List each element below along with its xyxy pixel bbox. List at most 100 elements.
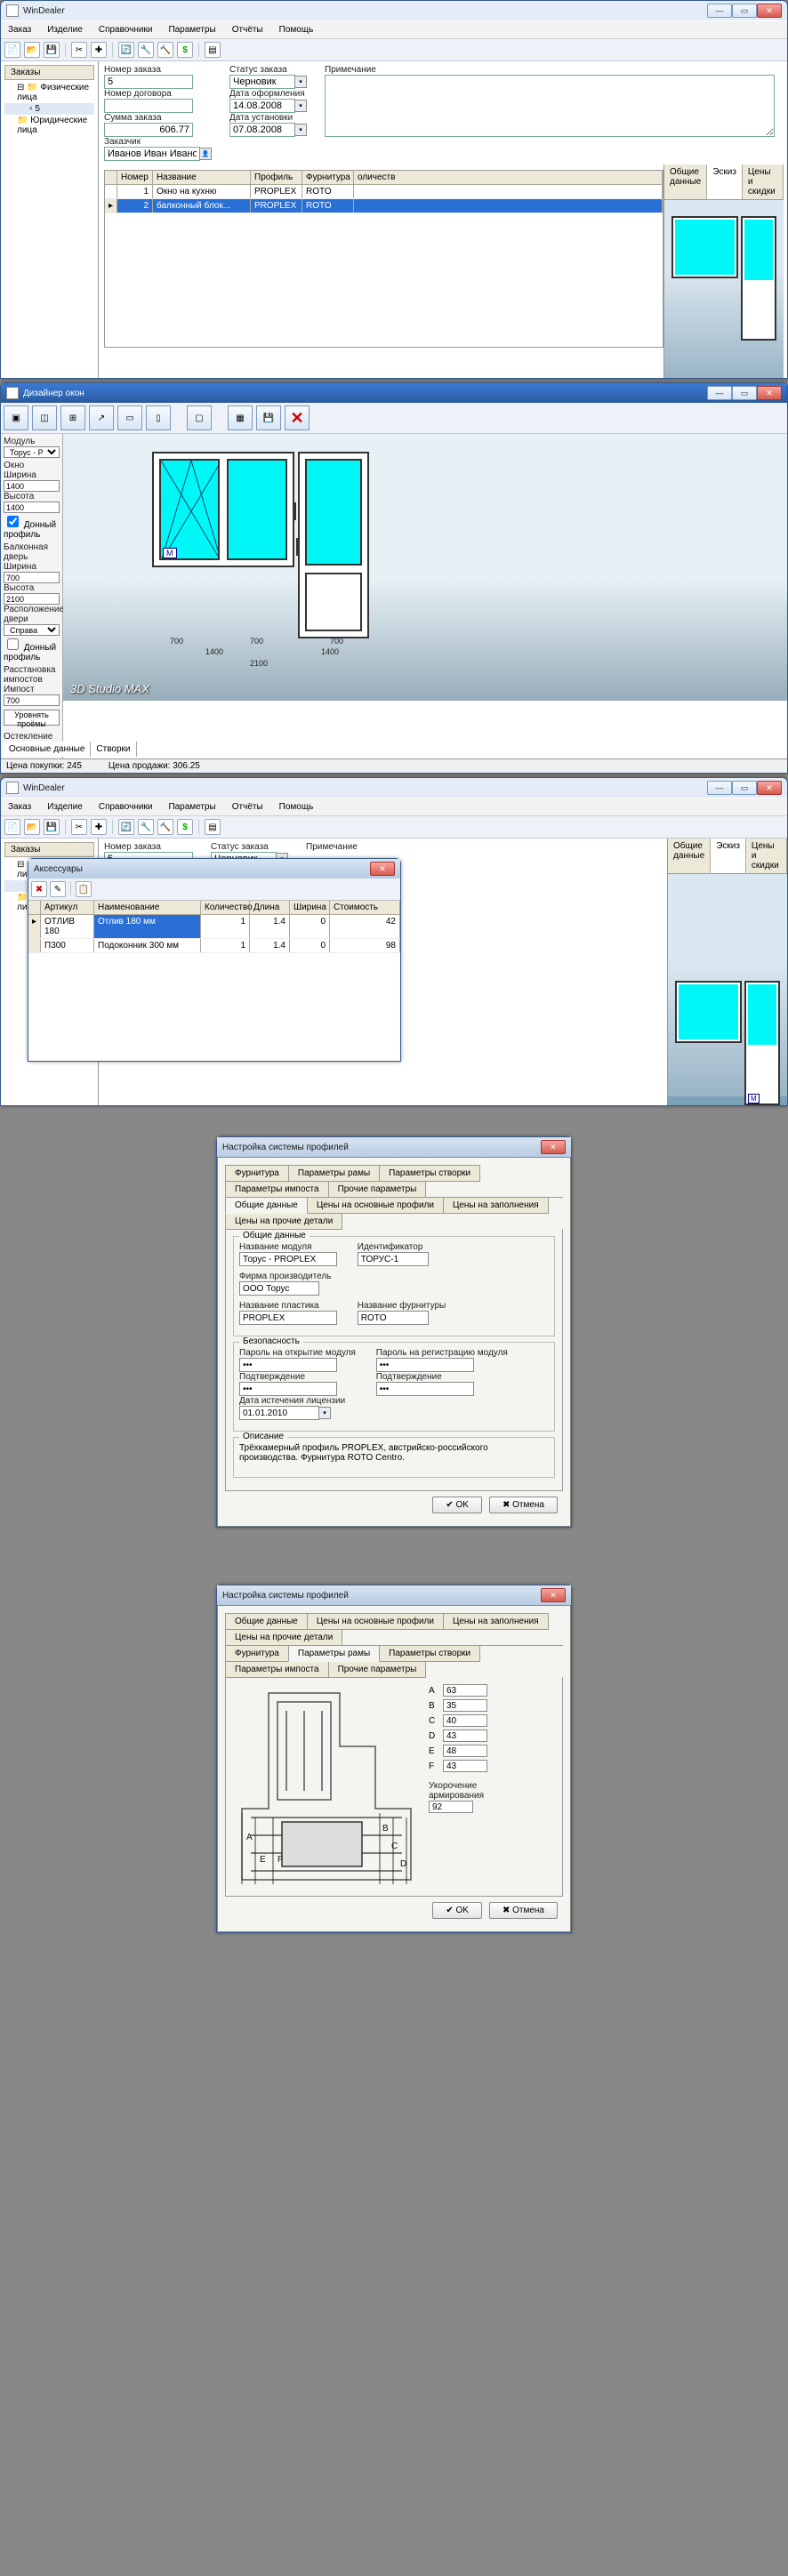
order-num-input[interactable] — [104, 75, 193, 89]
furniture-name-input[interactable] — [358, 1311, 429, 1325]
tree-folder-jur[interactable]: 📁 Юридические лица — [4, 115, 94, 136]
ok-button[interactable]: ✔ OK — [432, 1902, 482, 1919]
door-height-input[interactable] — [4, 593, 60, 605]
door-pos-select[interactable]: Справа — [4, 624, 60, 636]
save-icon[interactable]: 💾 — [44, 42, 60, 58]
param-f-input[interactable] — [443, 1760, 487, 1772]
col-len[interactable]: Длина — [250, 901, 290, 914]
menu-refs[interactable]: Справочники — [95, 23, 157, 36]
menu-help[interactable]: Помощь — [276, 23, 318, 36]
menu-refs[interactable]: Справочники — [95, 800, 157, 814]
tool-rect-icon[interactable]: ▭ — [117, 405, 142, 430]
cust-pick-icon[interactable]: 👤 — [199, 148, 212, 160]
close-button[interactable]: ✕ — [541, 1140, 566, 1154]
close-button[interactable]: ✕ — [370, 862, 395, 876]
menu-reports[interactable]: Отчёты — [229, 800, 267, 814]
calendar-icon[interactable]: ▾ — [318, 1407, 331, 1419]
tab-general-data[interactable]: Общие данные — [225, 1613, 308, 1630]
col-fur[interactable]: Фурнитура — [302, 171, 354, 184]
identifier-input[interactable] — [358, 1252, 429, 1266]
col-qty[interactable]: Количество — [201, 901, 250, 914]
doc-icon[interactable]: ▤ — [205, 819, 221, 835]
open-password-input[interactable] — [239, 1358, 337, 1372]
door-width-input[interactable] — [4, 572, 60, 583]
doc-icon[interactable]: ▤ — [205, 42, 221, 58]
tool-save-icon[interactable]: 💾 — [256, 405, 281, 430]
tab-frame[interactable]: Параметры рамы — [288, 1645, 380, 1662]
wrench-icon[interactable]: 🔧 — [138, 42, 154, 58]
chevron-down-icon[interactable]: ▾ — [294, 76, 307, 88]
tool-c[interactable]: ⊞ — [60, 405, 85, 430]
refresh-icon[interactable]: 🔄 — [118, 42, 134, 58]
donor-check[interactable]: Донный профиль — [4, 520, 56, 540]
tab-furniture[interactable]: Фурнитура — [225, 1645, 289, 1662]
cut-icon[interactable]: ✂ — [71, 819, 87, 835]
win-width-input[interactable] — [4, 480, 60, 492]
maximize-button[interactable]: ▭ — [732, 386, 757, 400]
module-name-input[interactable] — [239, 1252, 337, 1266]
license-date-input[interactable] — [239, 1406, 319, 1420]
col-cost[interactable]: Стоимость — [330, 901, 400, 914]
table-row[interactable]: ▸ 2 балконный блок... PROPLEX ROTO — [105, 199, 663, 213]
menu-reports[interactable]: Отчёты — [229, 23, 267, 36]
param-a-input[interactable] — [443, 1684, 487, 1697]
order-dog-input[interactable] — [104, 99, 193, 113]
open-icon[interactable]: 📂 — [24, 819, 40, 835]
save-icon[interactable]: 💾 — [44, 819, 60, 835]
add-icon[interactable]: ✚ — [91, 42, 107, 58]
subtab-sash[interactable]: Створки — [91, 742, 136, 757]
firm-input[interactable] — [239, 1281, 319, 1296]
chevron-down-icon[interactable]: ▾ — [294, 124, 307, 136]
tool-grid-icon[interactable]: ▦ — [228, 405, 253, 430]
menu-product[interactable]: Изделие — [44, 800, 86, 814]
close-button[interactable]: ✕ — [541, 1588, 566, 1602]
col-art[interactable]: Артикул — [41, 901, 94, 914]
status-select[interactable] — [229, 75, 295, 89]
tab-general[interactable]: Общие данные — [664, 165, 707, 199]
tab-furniture[interactable]: Фурнитура — [225, 1165, 289, 1182]
menu-params[interactable]: Параметры — [165, 23, 219, 36]
tab-prices-fill[interactable]: Цены на заполнения — [443, 1613, 549, 1630]
acc-del-icon[interactable]: ✖ — [31, 881, 47, 897]
dus-input[interactable] — [229, 123, 295, 137]
money-icon[interactable]: $ — [177, 819, 193, 835]
acc-copy-icon[interactable]: 📋 — [76, 881, 92, 897]
col-name[interactable]: Наименование — [94, 901, 201, 914]
shorten-input[interactable] — [429, 1801, 473, 1813]
impost-input[interactable] — [4, 694, 60, 706]
new-icon[interactable]: 📄 — [4, 42, 20, 58]
hammer-icon[interactable]: 🔨 — [157, 819, 173, 835]
table-row[interactable]: ▸ ОТЛИВ 180 Отлив 180 мм 1 1.4 0 42 — [28, 915, 400, 939]
refresh-icon[interactable]: 🔄 — [118, 819, 134, 835]
reg-confirm-input[interactable] — [376, 1382, 474, 1396]
menu-order[interactable]: Заказ — [4, 800, 35, 814]
tree-leaf-5[interactable]: ▫ 5 — [4, 103, 94, 115]
designer-canvas[interactable]: M 700 700 1400 1400 700 2100 3D Studio M… — [63, 434, 787, 701]
tab-frame[interactable]: Параметры рамы — [288, 1165, 380, 1182]
tab-impost[interactable]: Параметры импоста — [225, 1181, 329, 1198]
module-select[interactable]: Торус - PROPLEX — [4, 446, 60, 458]
tool-a[interactable]: ▣ — [4, 405, 28, 430]
tab-impost[interactable]: Параметры импоста — [225, 1661, 329, 1678]
win-height-input[interactable] — [4, 502, 60, 513]
minimize-button[interactable]: — — [707, 4, 732, 18]
plastic-name-input[interactable] — [239, 1311, 337, 1325]
table-row[interactable]: П300 Подоконник 300 мм 1 1.4 0 98 — [28, 939, 400, 953]
col-w[interactable]: Ширина — [290, 901, 330, 914]
tab-sash[interactable]: Параметры створки — [379, 1165, 480, 1182]
note-input[interactable] — [325, 75, 775, 137]
close-button[interactable]: ✕ — [757, 4, 782, 18]
cancel-button[interactable]: ✖ Отмена — [489, 1902, 558, 1919]
maximize-button[interactable]: ▭ — [732, 781, 757, 795]
tab-sash[interactable]: Параметры створки — [379, 1645, 480, 1662]
col-num[interactable]: Номер — [117, 171, 153, 184]
tool-door-icon[interactable]: ▯ — [146, 405, 171, 430]
tab-sketch[interactable]: Эскиз — [711, 839, 746, 873]
tab-prices-main[interactable]: Цены на основные профили — [307, 1197, 444, 1214]
add-icon[interactable]: ✚ — [91, 819, 107, 835]
col-name[interactable]: Название — [153, 171, 251, 184]
tab-prices-other[interactable]: Цены на прочие детали — [225, 1213, 342, 1230]
tab-prices[interactable]: Цены и скидки — [746, 839, 787, 873]
param-c-input[interactable] — [443, 1714, 487, 1727]
new-icon[interactable]: 📄 — [4, 819, 20, 835]
